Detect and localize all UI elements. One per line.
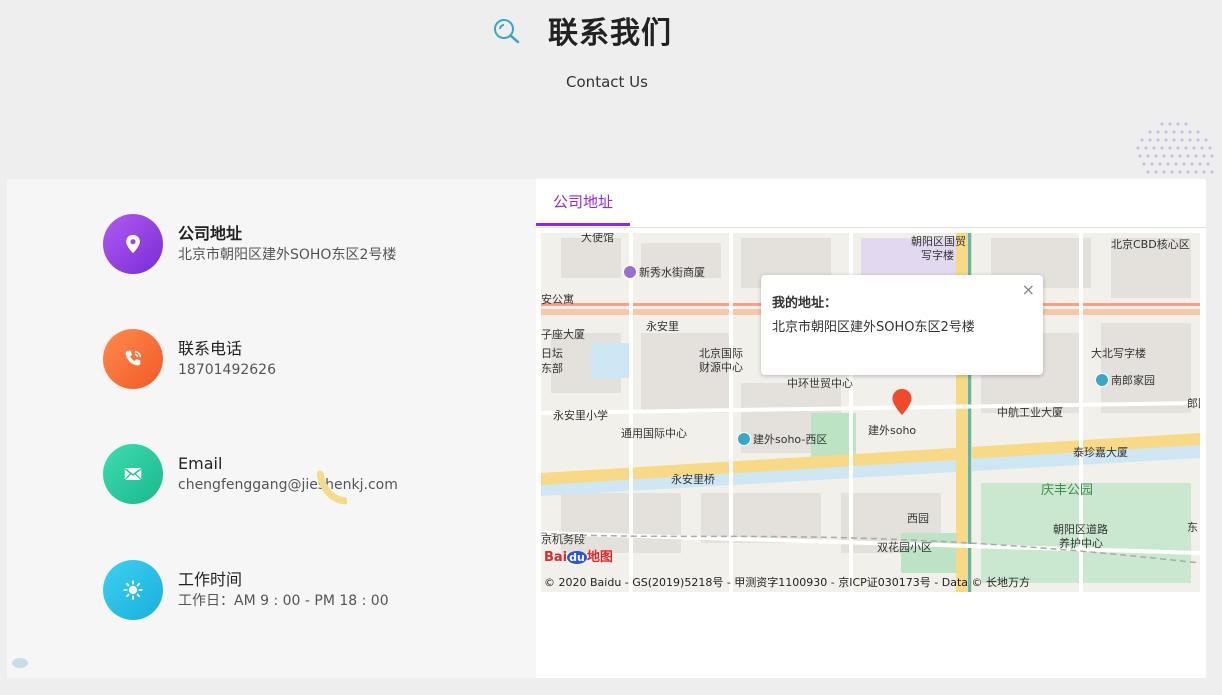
poi-label: 大北写字楼 — [1091, 347, 1146, 360]
search-icon — [494, 19, 520, 44]
phone-text: 联系电话 18701492626 — [178, 338, 276, 380]
email-text: Email chengfenggang@jieshenkj.com — [178, 453, 398, 495]
poi-label: 建外soho-西区 — [737, 431, 827, 447]
tab-company-address[interactable]: 公司地址 — [536, 179, 630, 226]
poi-label: 东 — [1187, 521, 1198, 534]
contact-row-address: 公司地址 北京市朝阳区建外SOHO东区2号楼 — [103, 214, 396, 274]
phone-icon — [125, 350, 142, 366]
poi-label: 永安里桥 — [671, 473, 715, 486]
page-subtitle: Contact Us — [566, 73, 648, 91]
map-panel: 公司地址 大使馆 安公寓 朝阳区国贸 写字楼 北京CBD核心区 新秀水街商厦 永… — [536, 179, 1206, 678]
poi-label: 郎园 — [1187, 397, 1200, 410]
contact-row-email: Email chengfenggang@jieshenkj.com — [103, 444, 398, 504]
poi-label: 双花园小区 — [877, 541, 932, 554]
location-pin-icon — [126, 234, 140, 254]
map-copyright: © 2020 Baidu - GS(2019)5218号 - 甲测资字11009… — [544, 576, 1031, 589]
baidu-logo: Bai du 地图 — [544, 550, 613, 565]
mail-icon — [124, 468, 142, 480]
poi-label: 通用国际中心 — [621, 427, 687, 440]
poi-label: 大使馆 — [581, 233, 614, 244]
poi-label: 东部 — [541, 362, 563, 375]
hours-text: 工作时间 工作日：AM 9 : 00 - PM 18 : 00 — [178, 569, 389, 611]
hours-icon-badge — [103, 560, 163, 620]
poi-label: 子座大厦 — [541, 328, 585, 341]
poi-label: 西园 — [907, 512, 929, 525]
poi-label: 建外soho — [868, 424, 917, 437]
address-label: 公司地址 — [178, 224, 243, 243]
poi-label: 泰珍嘉大厦 — [1073, 446, 1128, 459]
poi-label: 写字楼 — [921, 249, 954, 262]
poi-label: 京机务段 — [541, 533, 585, 546]
phone-icon-badge — [103, 329, 163, 389]
poi-label: 中航工业大厦 — [997, 406, 1063, 419]
poi-label: 新秀水街商厦 — [623, 264, 705, 280]
decorative-arc — [317, 470, 347, 505]
poi-label: 日坛 — [541, 347, 563, 360]
poi-label: 庆丰公园 — [1041, 483, 1094, 498]
close-icon[interactable]: × — [1022, 280, 1035, 299]
phone-value: 18701492626 — [178, 362, 276, 378]
poi-label: 安公寓 — [541, 293, 574, 306]
poi-label: 财源中心 — [699, 361, 743, 374]
poi-label: 南郎家园 — [1095, 372, 1155, 388]
baidu-map[interactable]: 大使馆 安公寓 朝阳区国贸 写字楼 北京CBD核心区 新秀水街商厦 永安里 子座… — [541, 233, 1200, 592]
address-text: 公司地址 北京市朝阳区建外SOHO东区2号楼 — [178, 223, 396, 265]
phone-label: 联系电话 — [178, 339, 243, 358]
sun-icon — [123, 580, 143, 600]
page-title: 联系我们 — [548, 16, 672, 51]
contact-row-hours: 工作时间 工作日：AM 9 : 00 - PM 18 : 00 — [103, 560, 389, 620]
poi-label: 养护中心 — [1059, 537, 1103, 550]
map-info-popup: 我的地址： 北京市朝阳区建外SOHO东区2号楼 × — [761, 275, 1043, 375]
title-group: 联系我们 — [490, 8, 672, 52]
hours-value: 工作日：AM 9 : 00 - PM 18 : 00 — [178, 593, 389, 609]
map-tabs: 公司地址 — [536, 179, 1206, 228]
email-label: Email — [178, 454, 223, 473]
poi-label: 北京CBD核心区 — [1111, 238, 1190, 251]
address-icon-badge — [103, 214, 163, 274]
poi-label: 中环世贸中心 — [787, 377, 853, 390]
hours-label: 工作时间 — [178, 570, 243, 589]
address-value: 北京市朝阳区建外SOHO东区2号楼 — [178, 247, 397, 263]
contact-info-panel: 公司地址 北京市朝阳区建外SOHO东区2号楼 联系电话 18701492626 … — [7, 179, 536, 678]
decorative-dots — [1136, 122, 1214, 174]
contact-card: 公司地址 北京市朝阳区建外SOHO东区2号楼 联系电话 18701492626 … — [7, 179, 1206, 678]
popup-title: 我的地址： — [772, 296, 838, 311]
map-marker-icon[interactable] — [891, 388, 913, 416]
decorative-cloud — [12, 658, 28, 668]
poi-label: 永安里 — [646, 320, 679, 333]
poi-label: 永安里小学 — [553, 409, 608, 422]
contact-row-phone: 联系电话 18701492626 — [103, 329, 276, 389]
page-header: 联系我们 Contact Us — [0, 0, 1222, 174]
email-icon-badge — [103, 444, 163, 504]
popup-address: 北京市朝阳区建外SOHO东区2号楼 — [772, 320, 975, 335]
email-value[interactable]: chengfenggang@jieshenkj.com — [178, 475, 398, 495]
